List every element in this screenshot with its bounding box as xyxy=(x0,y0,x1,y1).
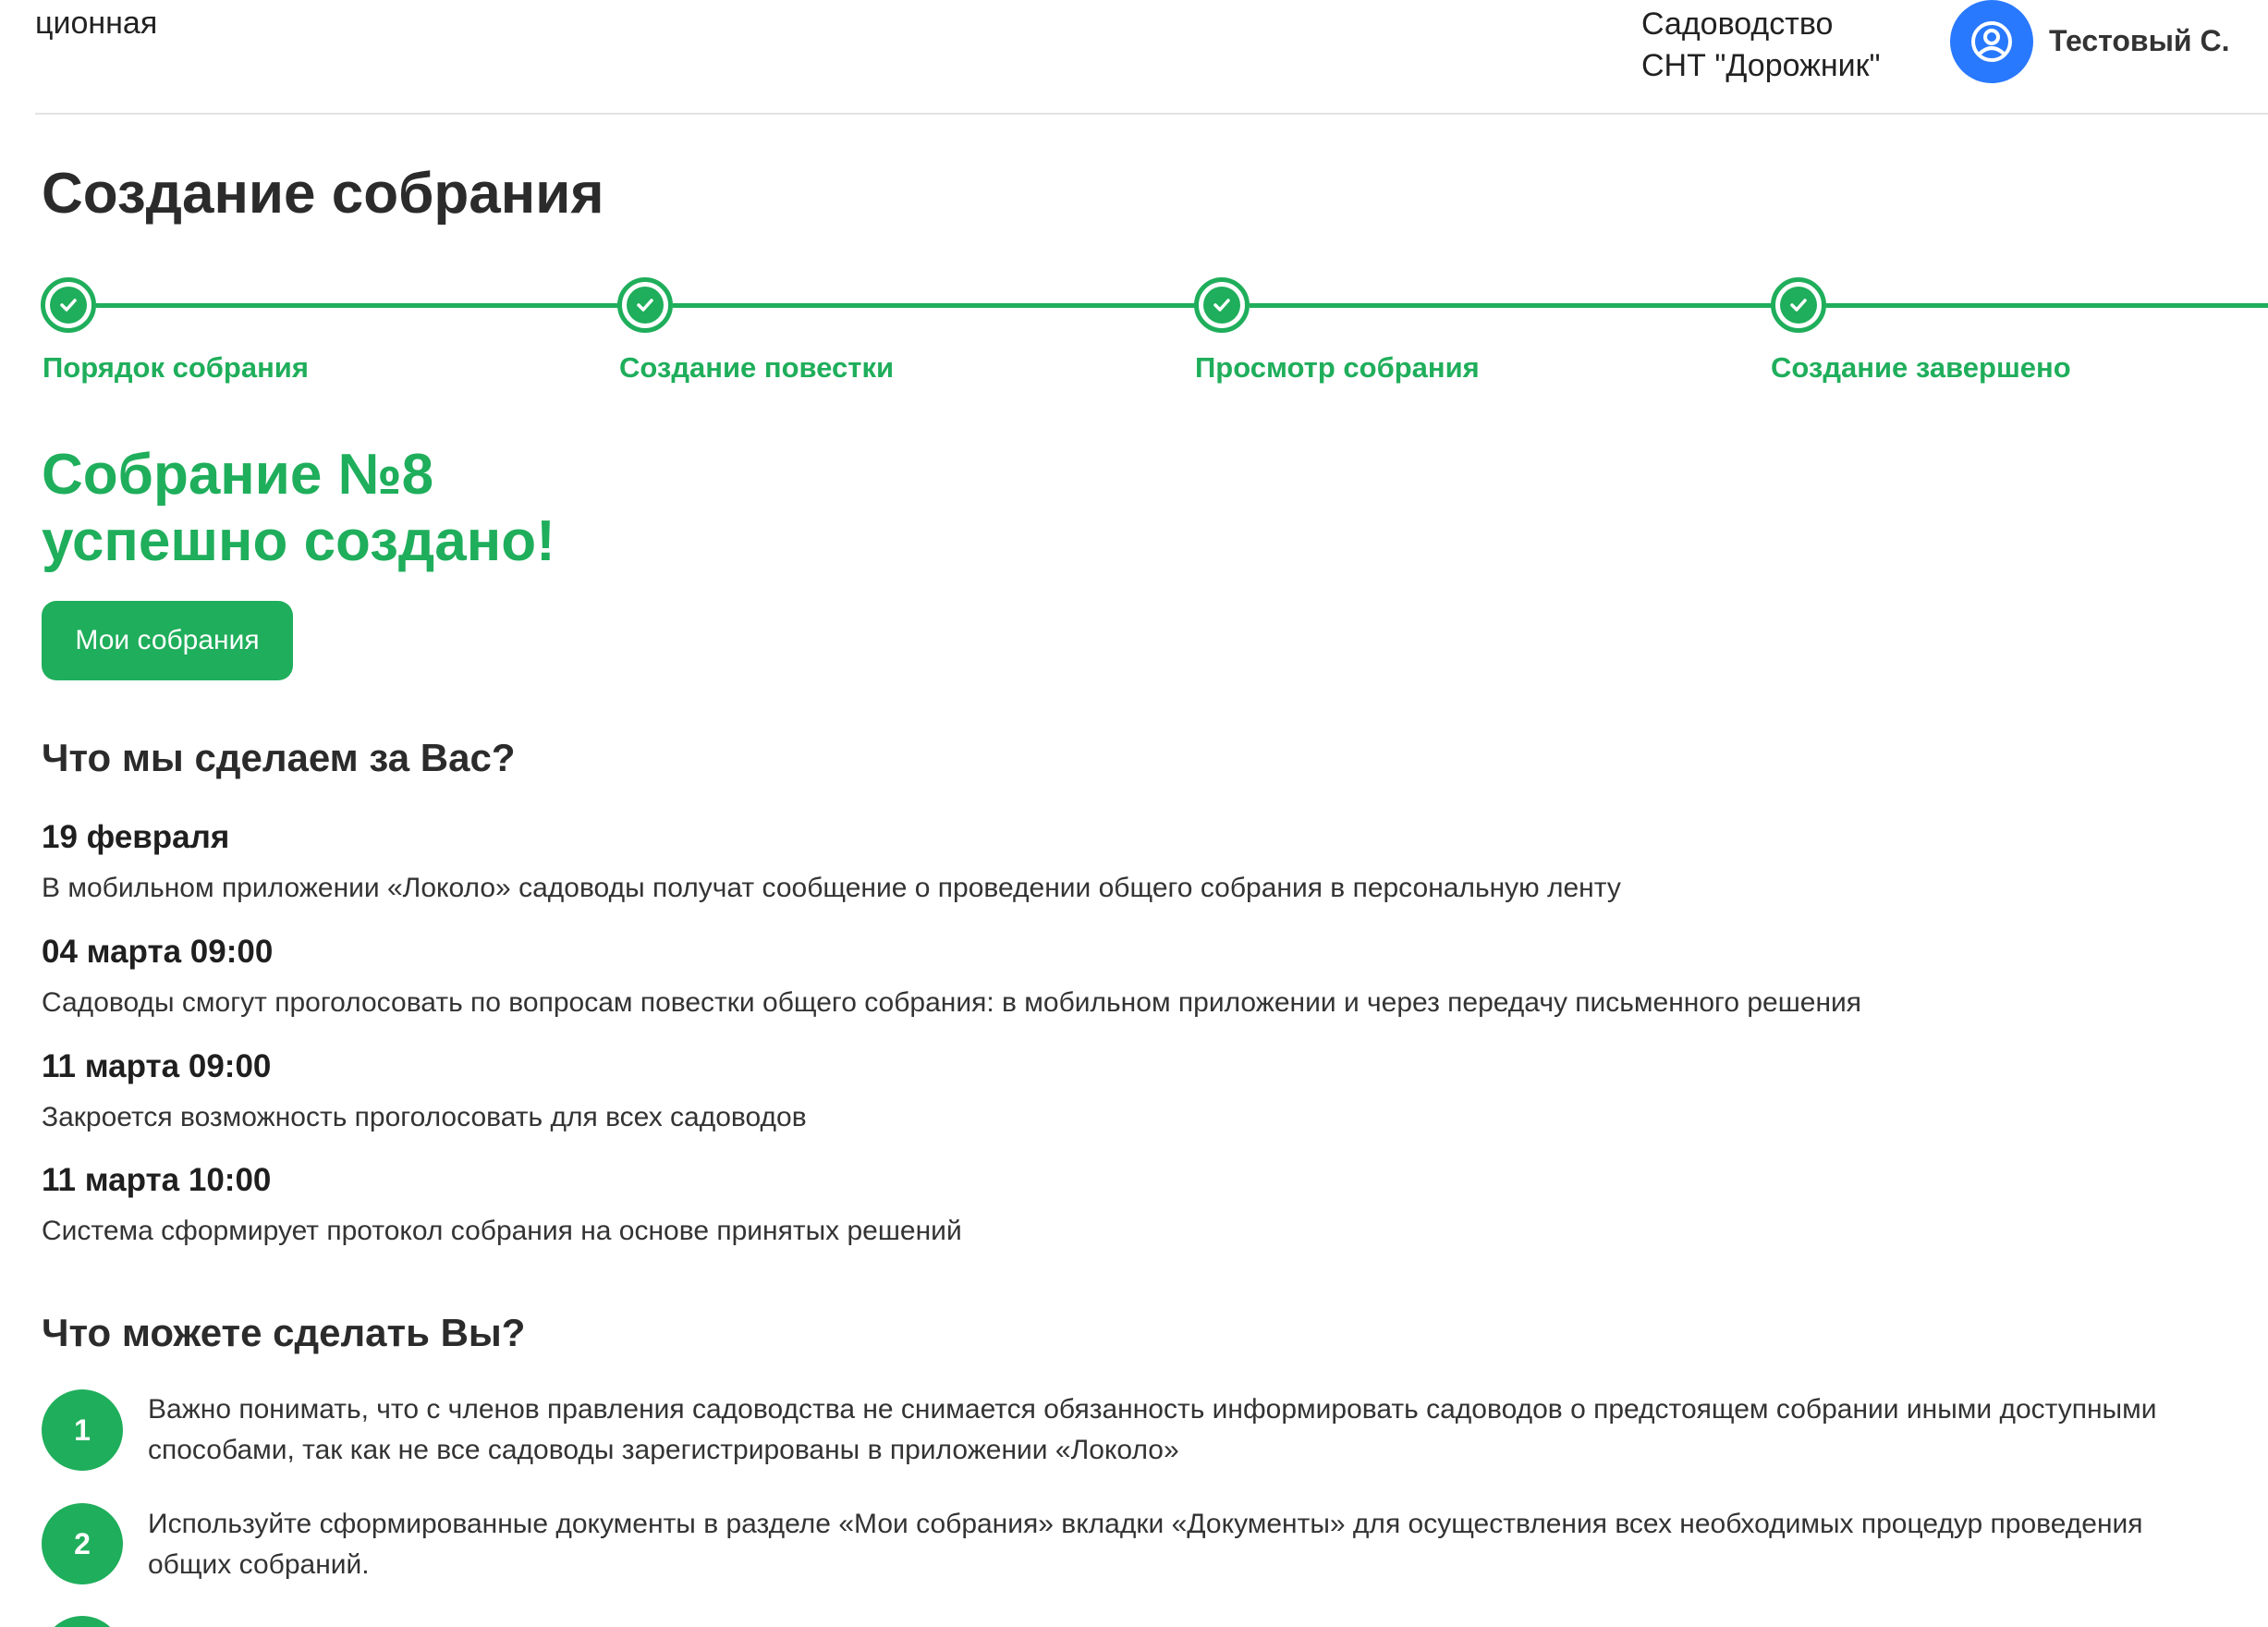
user-circle-icon xyxy=(1971,21,2012,62)
step-2-indicator xyxy=(617,277,673,333)
step-1-label[interactable]: Порядок собрания xyxy=(43,351,309,385)
step-connector xyxy=(1826,303,2268,308)
step-connector xyxy=(673,303,1196,308)
what-you-can-do-title: Что можете сделать Вы? xyxy=(42,1311,526,1354)
success-line-2: успешно создано! xyxy=(42,509,555,573)
timeline-date: 19 февраля xyxy=(42,819,230,855)
timeline-description: Закроется возможность проголосовать для … xyxy=(42,1102,807,1132)
what-we-do-title: Что мы сделаем за Вас? xyxy=(42,736,516,779)
timeline-date: 11 марта 09:00 xyxy=(42,1048,272,1084)
header-divider xyxy=(35,113,2268,115)
progress-stepper: Порядок собрания Создание повестки Просм… xyxy=(0,274,2268,394)
step-2-label[interactable]: Создание повестки xyxy=(619,351,894,385)
timeline-description: Система сформирует протокол собрания на … xyxy=(42,1216,962,1246)
step-3-label[interactable]: Просмотр собрания xyxy=(1195,351,1480,385)
step-number-badge xyxy=(42,1616,123,1627)
step-1-indicator xyxy=(41,277,96,333)
step-4-label[interactable]: Создание завершено xyxy=(1771,351,2071,385)
organization-name: СНТ "Дорожник" xyxy=(1641,48,1881,83)
check-icon xyxy=(637,299,653,312)
timeline-description: Садоводы смогут проголосовать по вопроса… xyxy=(42,987,1862,1018)
success-line-1: Собрание №8 xyxy=(42,443,434,507)
step-number-badge: 2 xyxy=(42,1503,123,1584)
page-title: Создание собрания xyxy=(42,162,604,226)
step-3-indicator xyxy=(1194,277,1250,333)
user-name[interactable]: Тестовый С. xyxy=(2049,24,2229,58)
step-number-badge: 1 xyxy=(42,1389,123,1471)
organization-selector[interactable]: Садоводство СНТ "Дорожник" xyxy=(1641,4,1881,87)
app-header: ционная Садоводство СНТ "Дорожник" Тесто… xyxy=(0,0,2268,115)
my-meetings-button[interactable]: Мои собрания xyxy=(42,601,293,680)
advice-text: Используйте сформированные документы в р… xyxy=(148,1509,2143,1580)
timeline-date: 11 марта 10:00 xyxy=(42,1162,272,1198)
advice-text: Важно понимать, что с членов правления с… xyxy=(148,1394,2157,1465)
step-connector xyxy=(1250,303,1773,308)
header-nav-text[interactable]: ционная xyxy=(35,6,157,42)
avatar[interactable] xyxy=(1950,0,2033,83)
check-icon xyxy=(60,299,77,312)
success-message: Собрание №8 успешно создано! xyxy=(42,442,555,575)
organization-label: Садоводство xyxy=(1641,6,1834,42)
check-icon xyxy=(1213,299,1230,312)
timeline-description: В мобильном приложении «Локоло» садоводы… xyxy=(42,873,1621,903)
step-connector xyxy=(96,303,619,308)
timeline-date: 04 марта 09:00 xyxy=(42,934,274,970)
step-4-indicator xyxy=(1771,277,1826,333)
check-icon xyxy=(1790,299,1807,312)
